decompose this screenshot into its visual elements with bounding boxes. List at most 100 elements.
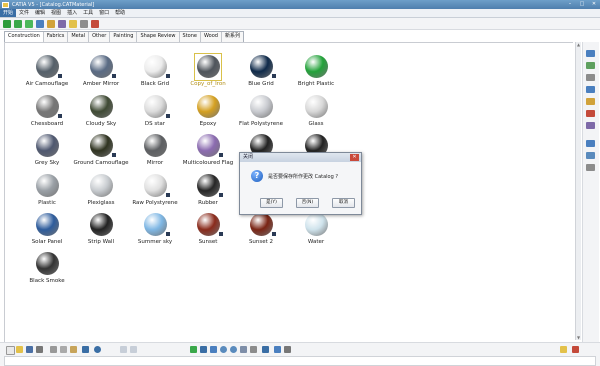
wand-icon[interactable] [58,19,66,28]
tool-icon-5[interactable] [586,98,595,105]
fit-all-icon[interactable] [190,346,197,353]
pan-icon[interactable] [200,346,207,353]
walk-icon[interactable] [130,346,137,353]
menu-file[interactable]: 文件 [16,9,32,17]
normal-view-icon[interactable] [240,346,247,353]
material-item[interactable]: Bright Plastic [285,55,347,95]
add-family-icon[interactable] [14,19,22,28]
tool-icon-7[interactable] [586,122,595,129]
tab-construction[interactable]: Construction [5,32,44,42]
tool-icon-3[interactable] [586,74,595,81]
tool-icon-2[interactable] [586,62,595,69]
material-item[interactable]: Solar Panel [16,213,78,253]
material-icon[interactable] [572,346,579,353]
material-item[interactable]: Flat Polystyrene [230,95,292,135]
vertical-scrollbar[interactable]: ▲ ▼ [575,42,581,340]
add-icon[interactable] [3,19,11,28]
material-item[interactable]: Plexiglass [70,174,132,214]
material-item[interactable]: Glass [285,95,347,135]
move-icon[interactable] [25,19,33,28]
window-title: CATIA V5 - [Catalog.CATMaterial] [12,1,95,8]
link-badge-icon [166,74,170,78]
material-swatch-icon [250,55,273,78]
cancel-button[interactable]: 取消 [332,198,355,208]
link-badge-icon [166,114,170,118]
undo-icon[interactable] [82,346,89,353]
material-item[interactable]: Chessboard [16,95,78,135]
material-item[interactable]: Grey Sky [16,134,78,174]
minimize-icon[interactable]: – [566,1,574,7]
menu-insert[interactable]: 插入 [64,9,80,17]
zoom-out-icon[interactable] [230,346,237,353]
material-item[interactable]: Black Smoke [16,252,78,292]
tab-painting[interactable]: Painting [110,32,138,42]
material-item[interactable]: Air Camouflage [16,55,78,95]
paste-icon[interactable] [70,346,77,353]
print-icon[interactable] [36,346,43,353]
copy-icon[interactable] [60,346,67,353]
material-item[interactable]: Blue Grid [230,55,292,95]
fly-icon[interactable] [120,346,127,353]
multi-view-icon[interactable] [250,346,257,353]
menu-start[interactable]: 开始 [0,9,17,17]
menu-tools[interactable]: 工具 [80,9,96,17]
material-item[interactable]: Plastic [16,174,78,214]
open-icon[interactable] [16,346,23,353]
material-item[interactable]: Sunset 2 [230,213,292,253]
view-mode-icon[interactable] [262,346,269,353]
cut-icon[interactable] [50,346,57,353]
menu-edit[interactable]: 编辑 [32,9,48,17]
material-label: Chessboard [30,121,64,127]
material-label: Amber Mirror [82,81,120,87]
swap-icon[interactable] [284,346,291,353]
menu-window[interactable]: 窗口 [96,9,112,17]
close-icon[interactable]: ✕ [590,1,598,7]
tab-shape-review[interactable]: Shape Review [137,32,180,42]
material-label: Water [307,239,325,245]
new-icon[interactable] [6,346,15,355]
tab-other[interactable]: Other [89,32,111,42]
save-icon[interactable] [26,346,33,353]
material-label: Black Smoke [29,278,65,284]
menu-view[interactable]: 视图 [48,9,64,17]
material-item[interactable]: Ground Camouflage [70,134,132,174]
tab-wood[interactable]: Wood [201,32,222,42]
tool-icon-10[interactable] [586,164,595,171]
menu-help[interactable]: 帮助 [112,9,128,17]
tab-stone[interactable]: Stone [180,32,201,42]
no-button[interactable]: 否(N) [296,198,319,208]
tab-metal[interactable]: Metal [68,32,90,42]
material-item[interactable]: Amber Mirror [70,55,132,95]
tool-icon-1[interactable] [586,50,595,57]
material-swatch-icon [36,134,59,157]
material-swatch-icon [197,95,220,118]
yes-button[interactable]: 是(Y) [260,198,283,208]
material-item[interactable]: Strip Wall [70,213,132,253]
rotate-icon[interactable] [210,346,217,353]
link-icon[interactable] [36,19,44,28]
cut-icon[interactable] [80,19,88,28]
maximize-icon[interactable]: □ [578,1,586,7]
tool-icon-8[interactable] [586,140,595,147]
edit-icon[interactable] [47,19,55,28]
render-icon[interactable] [560,346,567,353]
scroll-up-icon[interactable]: ▲ [576,42,581,47]
help-icon[interactable] [94,346,101,353]
material-item[interactable]: Water [285,213,347,253]
tool-icon-6[interactable] [586,110,595,117]
material-swatch-icon [305,213,328,236]
material-label: Blue Grid [248,81,274,87]
tool-icon-4[interactable] [586,86,595,93]
hide-show-icon[interactable] [274,346,281,353]
star-icon[interactable] [69,19,77,28]
tool-icon-9[interactable] [586,152,595,159]
material-item[interactable]: Cloudy Sky [70,95,132,135]
dialog-close-icon[interactable]: ✕ [350,154,359,161]
tab-new-family[interactable]: 新系列 [222,32,243,42]
material-label: Air Camouflage [25,81,69,87]
scroll-down-icon[interactable]: ▼ [576,335,581,340]
zoom-in-icon[interactable] [220,346,227,353]
delete-icon[interactable] [91,19,99,28]
material-label: Grey Sky [34,160,60,166]
tab-fabrics[interactable]: Fabrics [44,32,69,42]
